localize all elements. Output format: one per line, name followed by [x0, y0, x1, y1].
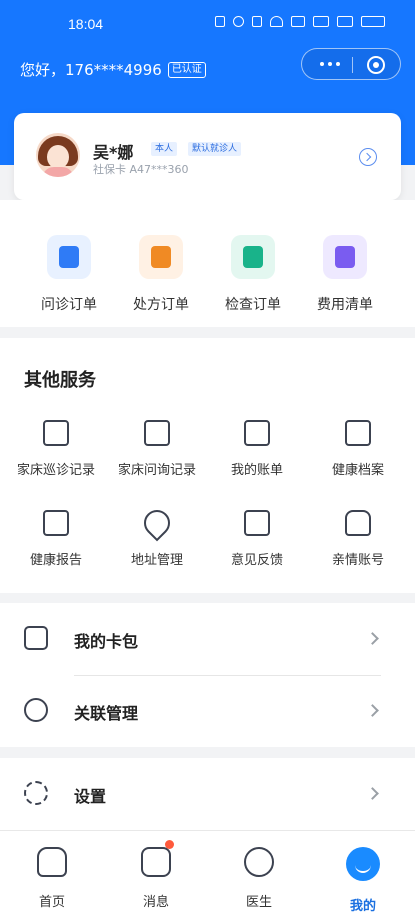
service-label: 健康档案	[331, 463, 384, 478]
greeting: 您好，176****4996 已认证	[20, 59, 206, 80]
service-label: 意见反馈	[230, 553, 283, 568]
capsule-divider	[352, 57, 353, 73]
chevron-right-icon	[366, 704, 379, 717]
chevron-right-icon	[366, 632, 379, 645]
order-icon-bg	[231, 235, 275, 279]
menu-item-wallet[interactable]: 我的卡包	[0, 603, 415, 676]
order-consultation[interactable]: 问诊订单	[24, 235, 114, 314]
service-family-account[interactable]: 亲情账号	[308, 510, 408, 568]
prescription-icon	[151, 246, 171, 268]
order-shortcuts: 问诊订单 处方订单 检查订单 费用清单	[0, 200, 415, 327]
settings-list: 设置	[0, 758, 415, 830]
location-icon	[138, 504, 176, 542]
signal-icon	[313, 16, 329, 27]
order-label: 处方订单	[133, 297, 189, 313]
patient-name: 吴*娜	[93, 143, 134, 162]
profile-card[interactable]: 吴*娜 本人 默认就诊人 社保卡 A47***360	[14, 113, 401, 200]
service-inquiry-record[interactable]: 家床问询记录	[107, 420, 207, 478]
status-icons	[215, 16, 385, 27]
menu-label: 关联管理	[74, 704, 139, 723]
order-icon-bg	[323, 235, 367, 279]
greeting-text: 您好，176****4996	[20, 61, 162, 79]
order-prescription[interactable]: 处方订单	[116, 235, 206, 314]
chevron-right-icon	[366, 787, 379, 800]
service-address[interactable]: 地址管理	[107, 504, 207, 568]
verified-badge: 已认证	[167, 61, 206, 78]
service-label: 亲情账号	[331, 553, 384, 568]
menu-label: 设置	[74, 787, 107, 806]
order-icon-bg	[139, 235, 183, 279]
service-health-file[interactable]: 健康档案	[308, 420, 408, 478]
default-patient-tag: 默认就诊人	[188, 142, 242, 156]
mute-icon	[252, 16, 262, 27]
status-time: 18:04	[68, 16, 104, 32]
wifi-icon	[270, 16, 283, 27]
family-account-icon	[345, 510, 371, 536]
service-label: 家床巡诊记录	[16, 463, 95, 478]
battery-icon	[361, 16, 385, 27]
order-label: 问诊订单	[41, 297, 97, 313]
self-tag: 本人	[151, 142, 178, 156]
avatar	[36, 133, 80, 177]
menu-item-settings[interactable]: 设置	[0, 758, 415, 830]
hd-icon	[291, 16, 305, 27]
inquiry-record-icon	[144, 420, 170, 446]
health-file-icon	[345, 420, 371, 446]
nfc-icon	[215, 16, 225, 27]
service-label: 家床问询记录	[117, 463, 196, 478]
unread-dot	[165, 840, 174, 849]
service-my-bill[interactable]: 我的账单	[207, 420, 307, 478]
home-icon	[37, 847, 67, 877]
user-circle-icon	[24, 698, 48, 722]
card-wallet-icon	[24, 626, 48, 650]
more-icon[interactable]	[320, 62, 340, 66]
tab-label: 医生	[245, 895, 272, 910]
order-label: 费用清单	[317, 297, 373, 313]
order-label: 检查订单	[225, 297, 281, 313]
tab-bar: 首页 消息 医生 我的	[0, 830, 415, 921]
feedback-icon	[244, 510, 270, 536]
service-label: 我的账单	[230, 463, 283, 478]
signal-icon	[337, 16, 353, 27]
menu-list: 我的卡包 关联管理	[0, 603, 415, 747]
tab-label: 首页	[38, 895, 65, 910]
message-icon	[141, 840, 174, 877]
chat-icon	[59, 246, 79, 268]
tab-messages[interactable]: 消息	[104, 840, 208, 910]
bill-icon	[244, 420, 270, 446]
close-icon[interactable]	[367, 56, 385, 74]
doctor-icon	[244, 847, 274, 877]
inspection-record-icon	[43, 420, 69, 446]
order-icon-bg	[47, 235, 91, 279]
section-title: 其他服务	[24, 370, 96, 391]
tab-me[interactable]: 我的	[311, 847, 415, 914]
status-bar: 18:04	[0, 10, 415, 36]
chevron-right-icon[interactable]	[359, 148, 377, 166]
me-icon	[346, 847, 380, 881]
menu-item-linked[interactable]: 关联管理	[0, 675, 415, 747]
service-health-report[interactable]: 健康报告	[6, 510, 106, 568]
tab-label: 我的	[349, 899, 376, 914]
service-label: 健康报告	[29, 553, 82, 568]
tab-label: 消息	[142, 895, 169, 910]
order-fee-list[interactable]: 费用清单	[300, 235, 390, 314]
tab-doctor[interactable]: 医生	[207, 847, 311, 910]
service-inspection-record[interactable]: 家床巡诊记录	[6, 420, 106, 478]
fee-list-icon	[335, 246, 355, 268]
order-exam[interactable]: 检查订单	[208, 235, 298, 314]
gear-icon	[24, 781, 48, 805]
exam-doc-icon	[243, 246, 263, 268]
menu-label: 我的卡包	[74, 632, 139, 651]
alarm-icon	[233, 16, 244, 27]
other-services: 其他服务 家床巡诊记录 家床问询记录 我的账单 健康档案 健康报告 地址管理 意…	[0, 338, 415, 593]
health-report-icon	[43, 510, 69, 536]
service-feedback[interactable]: 意见反馈	[207, 510, 307, 568]
social-security-card: 社保卡 A47***360	[93, 163, 189, 176]
miniprogram-capsule	[301, 48, 401, 80]
service-label: 地址管理	[130, 553, 183, 568]
tab-home[interactable]: 首页	[0, 847, 104, 910]
